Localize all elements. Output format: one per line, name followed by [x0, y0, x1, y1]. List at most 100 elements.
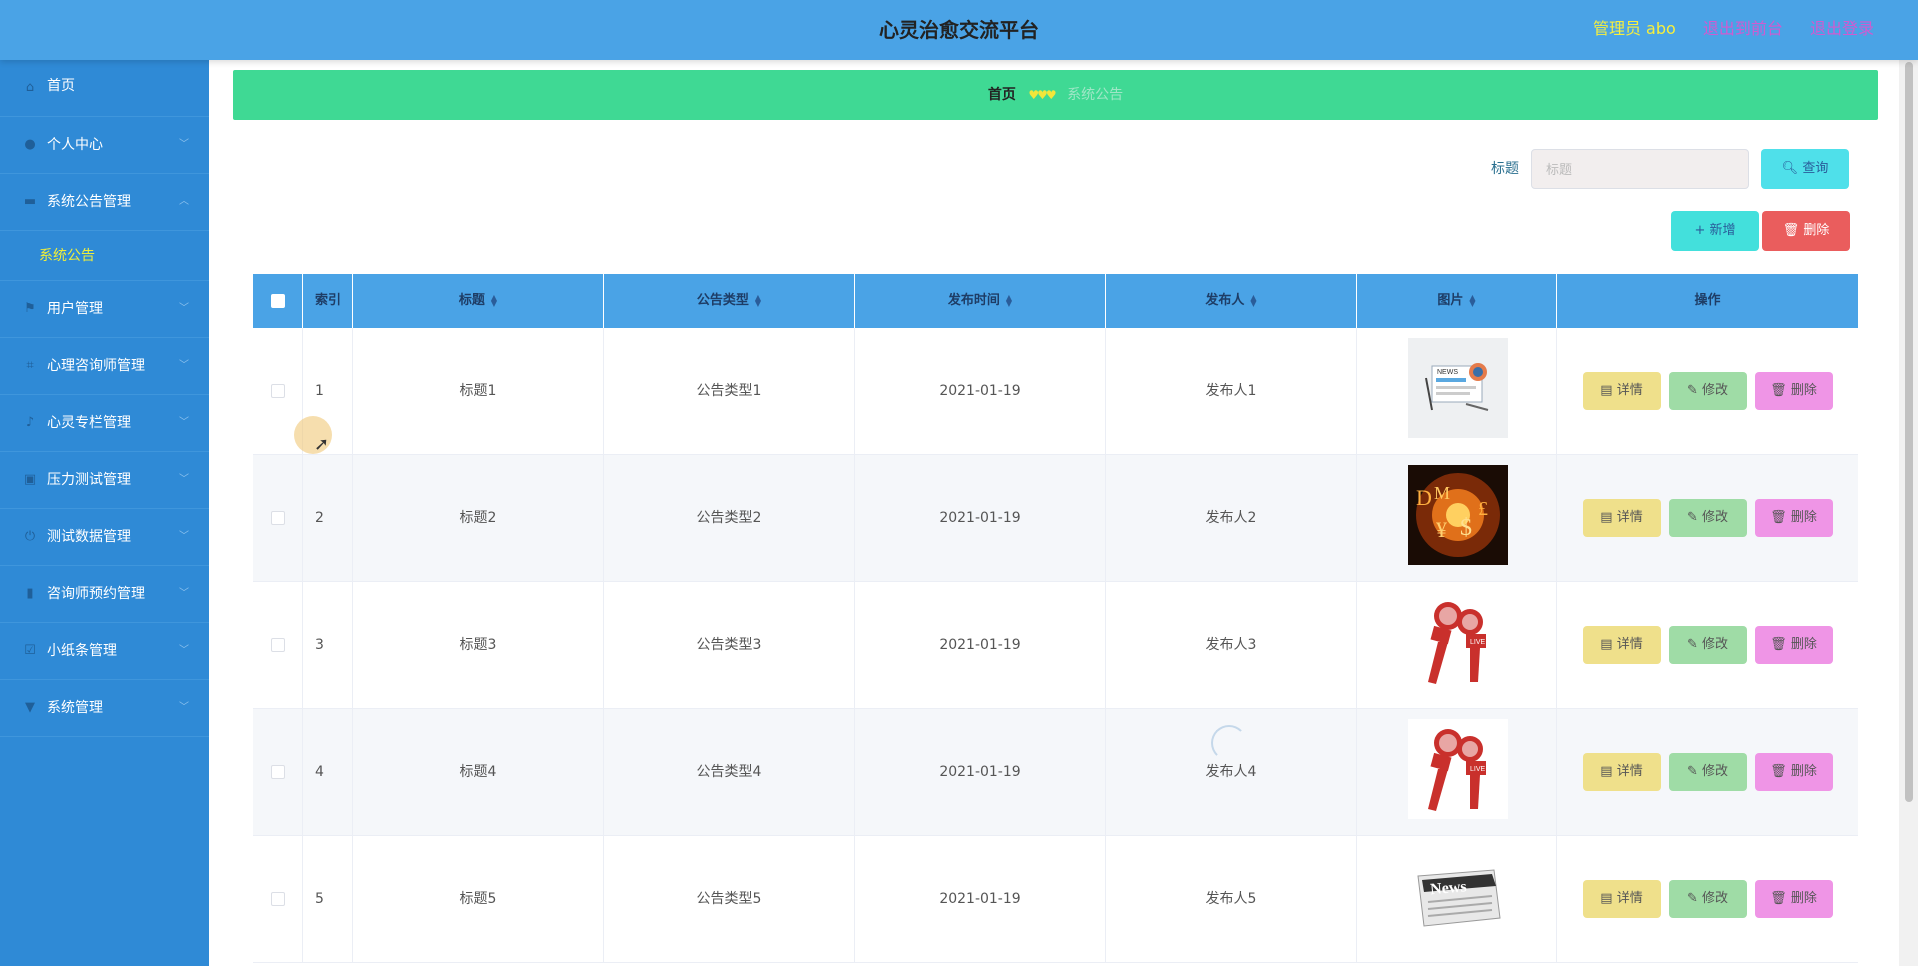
document-icon: ▤ — [1600, 764, 1617, 779]
delete-button[interactable]: 🗑︎ 删除 — [1754, 499, 1833, 537]
row-actions: ▤ 详情 ✎ 修改 🗑︎ 删除 — [1557, 582, 1858, 709]
table-row: 1 标题1 公告类型1 2021-01-19 发布人1 NEWS ▤ 详情 ✎ 修改 🗑︎ 删除 — [253, 328, 1858, 455]
user-icon: ● — [24, 137, 36, 152]
edit-button[interactable]: ✎ 修改 — [1668, 626, 1747, 664]
detail-label: 详情 — [1616, 891, 1643, 906]
header-title[interactable]: 标题 ▲ ▼ — [353, 274, 604, 328]
header-date[interactable]: 发布时间 ▲ ▼ — [855, 274, 1106, 328]
row-date: 2021-01-19 — [855, 709, 1106, 836]
delete-label: 删除 — [1790, 510, 1817, 525]
sidebar-item-note-mgmt[interactable]: ☑ 小纸条管理 ﹀ — [0, 623, 209, 680]
pencil-icon: ✎ — [1686, 764, 1702, 779]
sidebar-item-appointment-mgmt[interactable]: ▮ 咨询师预约管理 ﹀ — [0, 566, 209, 623]
announcement-thumbnail[interactable]: News — [1408, 846, 1508, 946]
delete-button[interactable]: 🗑︎ 删除 — [1754, 626, 1833, 664]
pencil-icon: ✎ — [1686, 637, 1702, 652]
query-button[interactable]: 🔍︎ 查询 — [1761, 149, 1849, 189]
row-publisher: 发布人1 — [1106, 328, 1357, 455]
row-publisher: 发布人3 — [1106, 582, 1357, 709]
sidebar-item-user-mgmt[interactable]: ⚑ 用户管理 ﹀ — [0, 281, 209, 338]
sidebar-item-label: 测试数据管理 — [47, 529, 131, 545]
sidebar-item-home[interactable]: ⌂ 首页 — [0, 60, 209, 117]
edit-button[interactable]: ✎ 修改 — [1668, 880, 1747, 918]
row-checkbox[interactable] — [270, 765, 285, 779]
row-type: 公告类型1 — [604, 328, 855, 455]
sidebar-item-announcement-mgmt[interactable]: ▬ 系统公告管理 ︿ — [0, 174, 209, 231]
sidebar-item-column-mgmt[interactable]: ♪ 心灵专栏管理 ﹀ — [0, 395, 209, 452]
detail-label: 详情 — [1616, 383, 1643, 398]
detail-button[interactable]: ▤ 详情 — [1582, 753, 1661, 791]
header-index: 索引 — [303, 274, 353, 328]
top-header: 心灵治愈交流平台 管理员 abo 退出到前台 退出登录 — [0, 0, 1918, 60]
sort-caret-icon[interactable]: ▲ ▼ — [1469, 293, 1475, 307]
trash-icon: 🗑︎ — [1770, 637, 1791, 652]
mouse-cursor-icon: ➚ — [314, 434, 330, 455]
header-image-label: 图片 — [1437, 293, 1464, 308]
header-type[interactable]: 公告类型 ▲ ▼ — [604, 274, 855, 328]
microphone-icon: ♪ — [25, 415, 35, 430]
announcement-thumbnail[interactable]: LIVE — [1408, 592, 1508, 692]
header-publisher[interactable]: 发布人 ▲ ▼ — [1106, 274, 1357, 328]
row-index: 3 — [303, 582, 353, 709]
sidebar-item-personal-center[interactable]: ● 个人中心 ﹀ — [0, 117, 209, 174]
bar-chart-icon: ▮ — [26, 586, 34, 601]
chevron-down-icon: ﹀ — [179, 588, 189, 599]
sidebar-item-test-data-mgmt[interactable]: ⏻ 测试数据管理 ﹀ — [0, 509, 209, 566]
announcement-thumbnail[interactable]: D M ¥ $ £ — [1408, 465, 1508, 565]
breadcrumb-home[interactable]: 首页 — [988, 87, 1016, 103]
row-date: 2021-01-19 — [855, 328, 1106, 455]
sort-caret-icon[interactable]: ▲ ▼ — [491, 293, 497, 307]
row-type: 公告类型4 — [604, 709, 855, 836]
row-select-cell — [253, 709, 303, 836]
row-checkbox[interactable] — [270, 384, 285, 398]
edit-button[interactable]: ✎ 修改 — [1668, 499, 1747, 537]
announcement-thumbnail[interactable]: LIVE — [1408, 719, 1508, 819]
row-checkbox[interactable] — [270, 511, 285, 525]
table-row: 5 标题5 公告类型5 2021-01-19 发布人5 News ▤ 详情 ✎ 修改 🗑︎ 删除 — [253, 836, 1858, 963]
detail-label: 详情 — [1616, 637, 1643, 652]
delete-button[interactable]: 🗑︎ 删除 — [1754, 753, 1833, 791]
row-actions: ▤ 详情 ✎ 修改 🗑︎ 删除 — [1557, 709, 1858, 836]
row-checkbox[interactable] — [270, 892, 285, 906]
trash-icon: 🗑︎ — [1770, 764, 1791, 779]
header-image[interactable]: 图片 ▲ ▼ — [1357, 274, 1557, 328]
delete-button[interactable]: 🗑︎ 删除 — [1754, 372, 1833, 410]
title-search-input[interactable] — [1531, 149, 1749, 189]
sort-caret-icon[interactable]: ▲ ▼ — [1006, 293, 1012, 307]
edit-button[interactable]: ✎ 修改 — [1668, 753, 1747, 791]
announcement-thumbnail[interactable]: NEWS — [1408, 338, 1508, 438]
sidebar-item-system-mgmt[interactable]: ▼ 系统管理 ﹀ — [0, 680, 209, 737]
front-link[interactable]: 退出到前台 — [1703, 19, 1783, 38]
sort-caret-icon[interactable]: ▲ ▼ — [1250, 293, 1256, 307]
edit-label: 修改 — [1702, 383, 1729, 398]
sort-caret-icon[interactable]: ▲ ▼ — [755, 293, 761, 307]
select-all-checkbox[interactable] — [270, 293, 285, 308]
delete-label: 删除 — [1790, 383, 1817, 398]
home-icon: ⌂ — [25, 80, 35, 95]
svg-text:News: News — [1429, 878, 1467, 898]
detail-button[interactable]: ▤ 详情 — [1582, 880, 1661, 918]
detail-button[interactable]: ▤ 详情 — [1582, 626, 1661, 664]
detail-button[interactable]: ▤ 详情 — [1582, 499, 1661, 537]
logout-link[interactable]: 退出登录 — [1810, 19, 1874, 38]
edit-button[interactable]: ✎ 修改 — [1668, 372, 1747, 410]
row-index: 5 — [303, 836, 353, 963]
row-select-cell — [253, 582, 303, 709]
loading-spinner — [1211, 725, 1247, 761]
scrollbar-thumb[interactable] — [1905, 62, 1913, 802]
sidebar-subitem-announcement[interactable]: 系统公告 — [0, 231, 209, 281]
batch-delete-button[interactable]: 🗑︎ 删除 — [1762, 211, 1850, 251]
detail-button[interactable]: ▤ 详情 — [1582, 372, 1661, 410]
header-select-all[interactable] — [253, 274, 303, 328]
sidebar-item-label: 心理咨询师管理 — [47, 358, 145, 374]
row-checkbox[interactable] — [270, 638, 285, 652]
sidebar-item-label: 心灵专栏管理 — [47, 415, 131, 431]
add-button[interactable]: + 新增 — [1671, 211, 1759, 251]
sidebar-item-stress-test-mgmt[interactable]: ▣ 压力测试管理 ﹀ — [0, 452, 209, 509]
row-type: 公告类型5 — [604, 836, 855, 963]
pencil-icon: ✎ — [1686, 383, 1702, 398]
delete-label: 删除 — [1790, 891, 1817, 906]
trash-icon: 🗑︎ — [1770, 510, 1791, 525]
delete-button[interactable]: 🗑︎ 删除 — [1754, 880, 1833, 918]
sidebar-item-counselor-mgmt[interactable]: ⌗ 心理咨询师管理 ﹀ — [0, 338, 209, 395]
